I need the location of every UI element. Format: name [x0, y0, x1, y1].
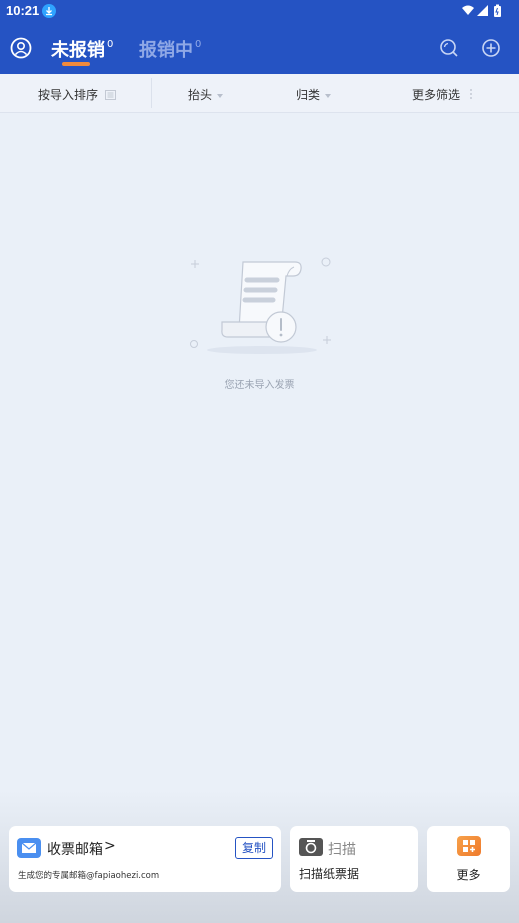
chevron-down-icon: [325, 93, 332, 98]
camera-icon: [299, 838, 323, 856]
mailbox-title: 收票邮箱: [47, 842, 103, 858]
app-bar: 未报销 0 报销中 0: [0, 22, 519, 74]
chevron-right-icon: >: [104, 838, 116, 854]
category-filter-label: 归类: [296, 88, 321, 102]
filter-divider: [151, 78, 152, 108]
wifi-icon: [462, 5, 474, 15]
mail-icon: [17, 838, 41, 858]
empty-state-message: 您还未导入发票: [224, 380, 295, 391]
filter-icon: [469, 89, 472, 99]
download-icon: [42, 4, 56, 18]
battery-icon: [494, 4, 501, 17]
sort-filter-label: 按导入排序: [38, 88, 99, 102]
more-filter-label: 更多筛选: [412, 88, 461, 102]
empty-invoice-illustration: [185, 250, 335, 360]
more-card[interactable]: 更多: [427, 826, 510, 892]
chevron-down-icon: [217, 93, 224, 98]
scan-subtitle: 扫描纸票据: [299, 867, 360, 881]
mailbox-subtitle: 生成您的专属邮箱@fapiaohezi.com: [18, 871, 160, 881]
sort-icon: [104, 90, 116, 100]
tab-unreimbursed[interactable]: 未报销 0: [51, 36, 113, 62]
category-filter[interactable]: 归类: [296, 86, 332, 103]
copy-button[interactable]: 复制: [235, 837, 273, 859]
status-time: 10:21: [6, 3, 40, 18]
scan-card[interactable]: 扫描 扫描纸票据: [290, 826, 418, 892]
profile-icon[interactable]: [10, 37, 32, 59]
add-icon[interactable]: [481, 38, 501, 58]
filter-bar: 按导入排序 抬头 归类 更多筛选: [0, 74, 519, 113]
scan-title: 扫描: [328, 842, 356, 858]
status-bar: 10:21: [0, 0, 519, 22]
signal-icon: [477, 5, 488, 16]
title-filter[interactable]: 抬头: [188, 86, 224, 103]
sort-filter[interactable]: 按导入排序: [38, 86, 116, 103]
active-tab-indicator: [62, 62, 90, 66]
tab-count: 0: [195, 39, 202, 50]
more-label: 更多: [456, 868, 481, 882]
tab-count: 0: [107, 39, 114, 50]
tab-label: 报销中: [139, 40, 193, 61]
tab-label: 未报销: [51, 40, 105, 61]
search-icon[interactable]: [439, 38, 459, 58]
tab-reimbursing[interactable]: 报销中 0: [139, 36, 201, 62]
navigation-bar: [0, 905, 519, 923]
apps-icon: [457, 836, 481, 856]
title-filter-label: 抬头: [188, 88, 213, 102]
more-filter[interactable]: 更多筛选: [412, 86, 473, 103]
mailbox-card[interactable]: 收票邮箱 > 复制 生成您的专属邮箱@fapiaohezi.com: [9, 826, 281, 892]
status-icons: [461, 3, 511, 19]
